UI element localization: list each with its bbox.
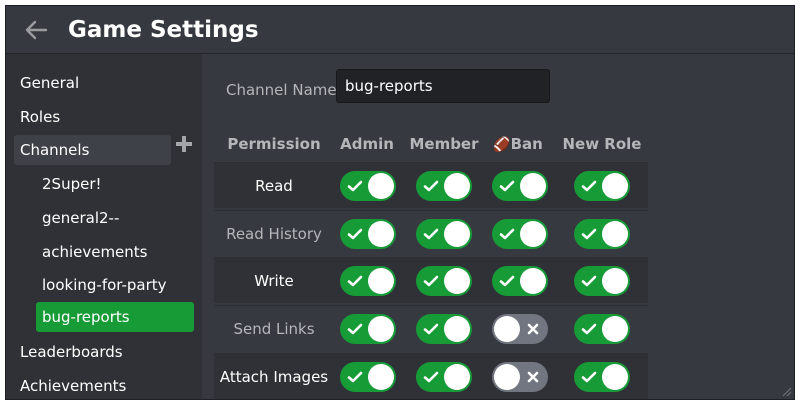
permission-row-attach-images: Attach Images — [214, 353, 648, 399]
column-header-ban-label: Ban — [510, 135, 543, 153]
toggle-read-member[interactable] — [416, 171, 472, 201]
toggle-read-history-admin[interactable] — [340, 219, 396, 249]
arrow-left-icon — [25, 20, 48, 40]
column-header-member: Member — [409, 135, 479, 153]
permission-row-send-links: Send Links — [214, 305, 648, 351]
toggle-knob — [602, 268, 628, 294]
toggle-knob — [368, 364, 394, 390]
toggle-read-new-role[interactable] — [574, 171, 630, 201]
toggle-read-history-new-role[interactable] — [574, 219, 630, 249]
check-icon — [423, 371, 439, 383]
x-icon — [527, 323, 539, 335]
toggle-write-member[interactable] — [416, 266, 472, 296]
toggle-send-links-new-role[interactable] — [574, 314, 630, 344]
check-icon — [423, 228, 439, 240]
permission-label-send-links: Send Links — [233, 320, 315, 338]
toggle-send-links-member[interactable] — [416, 314, 472, 344]
permission-row-read-history: Read History — [214, 210, 648, 256]
permission-label-write: Write — [254, 272, 294, 290]
toggle-knob — [368, 268, 394, 294]
x-icon — [527, 371, 539, 383]
sidebar-item-channels[interactable]: Channels — [14, 135, 171, 165]
toggle-knob — [444, 221, 470, 247]
plus-icon — [176, 136, 192, 152]
sidebar-item-achievements[interactable]: Achievements — [14, 371, 126, 399]
toggle-knob — [520, 173, 546, 199]
toggle-knob — [494, 316, 520, 342]
sidebar-channel-bug-reports[interactable]: bug-reports — [36, 302, 194, 332]
check-icon — [581, 275, 597, 287]
check-icon — [581, 323, 597, 335]
football-icon: 🏈 — [493, 137, 511, 153]
toggle-knob — [602, 364, 628, 390]
toggle-knob — [368, 173, 394, 199]
sidebar-item-roles[interactable]: Roles — [14, 102, 60, 132]
check-icon — [347, 323, 363, 335]
channel-name-input[interactable] — [336, 69, 550, 103]
title-bar: Game Settings — [6, 6, 794, 54]
back-button[interactable] — [20, 16, 52, 44]
toggle-knob — [494, 364, 520, 390]
toggle-knob — [368, 221, 394, 247]
check-icon — [499, 275, 515, 287]
permission-row-read: Read — [214, 162, 648, 208]
column-header-admin: Admin — [340, 135, 394, 153]
permission-label-read: Read — [255, 177, 293, 195]
toggle-knob — [520, 221, 546, 247]
sidebar-channel-looking-for-party[interactable]: looking-for-party — [36, 270, 194, 300]
settings-window: Game Settings General Roles Channels 2Su… — [5, 5, 795, 400]
check-icon — [423, 323, 439, 335]
check-icon — [347, 371, 363, 383]
toggle-knob — [520, 268, 546, 294]
toggle-attach-images-member[interactable] — [416, 362, 472, 392]
check-icon — [581, 180, 597, 192]
toggle-knob — [602, 221, 628, 247]
check-icon — [581, 371, 597, 383]
toggle-knob — [368, 316, 394, 342]
toggle-knob — [444, 268, 470, 294]
check-icon — [347, 228, 363, 240]
toggle-write-ban[interactable] — [492, 266, 548, 296]
toggle-attach-images-ban[interactable] — [492, 362, 548, 392]
check-icon — [499, 180, 515, 192]
sidebar-item-leaderboards[interactable]: Leaderboards — [14, 337, 123, 367]
toggle-send-links-admin[interactable] — [340, 314, 396, 344]
toggle-read-history-member[interactable] — [416, 219, 472, 249]
sidebar-item-general[interactable]: General — [14, 68, 79, 98]
channel-name-label: Channel Name — [226, 81, 337, 99]
sidebar-channel-achievements[interactable]: achievements — [36, 237, 194, 267]
sidebar: General Roles Channels 2Super! general2-… — [6, 54, 202, 399]
column-header-new-role: New Role — [562, 135, 642, 153]
check-icon — [499, 228, 515, 240]
permission-label-read-history: Read History — [226, 225, 322, 243]
toggle-knob — [602, 173, 628, 199]
sidebar-channel-general2[interactable]: general2-- — [36, 203, 194, 233]
toggle-knob — [602, 316, 628, 342]
permission-label-attach-images: Attach Images — [219, 368, 329, 386]
permission-row-write: Write — [214, 257, 648, 303]
column-header-ban: 🏈Ban — [486, 134, 550, 155]
channel-settings-panel: Channel Name Permission Admin Member 🏈Ba… — [202, 54, 794, 399]
toggle-attach-images-new-role[interactable] — [574, 362, 630, 392]
column-header-permission: Permission — [227, 135, 321, 153]
check-icon — [581, 228, 597, 240]
toggle-read-history-ban[interactable] — [492, 219, 548, 249]
resize-grip-icon[interactable] — [780, 385, 792, 397]
toggle-write-admin[interactable] — [340, 266, 396, 296]
check-icon — [347, 275, 363, 287]
check-icon — [347, 180, 363, 192]
toggle-read-admin[interactable] — [340, 171, 396, 201]
check-icon — [423, 180, 439, 192]
toggle-write-new-role[interactable] — [574, 266, 630, 296]
toggle-knob — [444, 316, 470, 342]
sidebar-channel-2super[interactable]: 2Super! — [36, 169, 194, 199]
check-icon — [423, 275, 439, 287]
toggle-send-links-ban[interactable] — [492, 314, 548, 344]
toggle-knob — [444, 173, 470, 199]
add-channel-button[interactable] — [172, 132, 196, 156]
page-title: Game Settings — [68, 17, 259, 43]
toggle-knob — [444, 364, 470, 390]
toggle-attach-images-admin[interactable] — [340, 362, 396, 392]
toggle-read-ban[interactable] — [492, 171, 548, 201]
